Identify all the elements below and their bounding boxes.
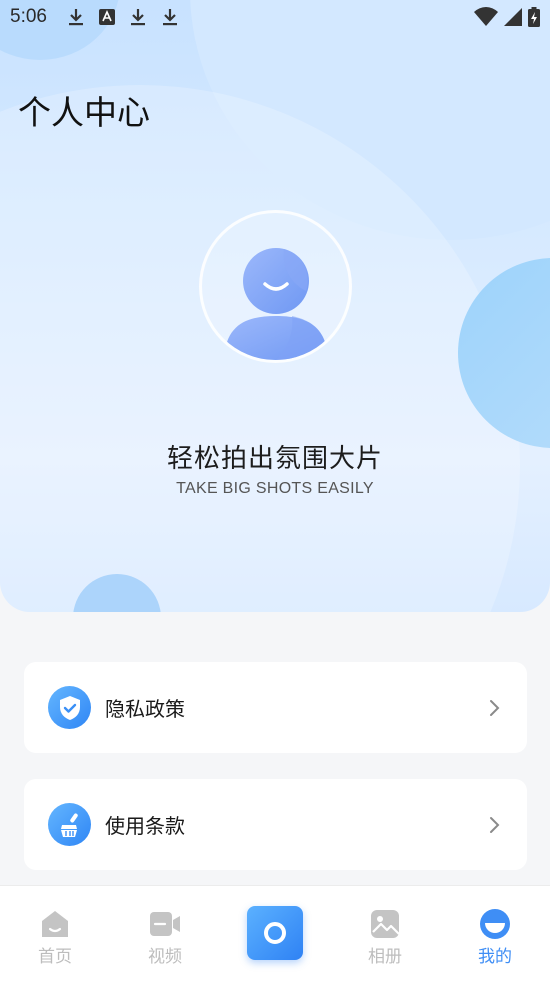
- shield-check-icon: [48, 686, 91, 729]
- tab-label: 视频: [148, 947, 182, 967]
- tab-album[interactable]: 相册: [330, 886, 440, 967]
- brush-icon: [48, 803, 91, 846]
- battery-icon: [528, 7, 540, 27]
- download-icon: [162, 9, 177, 26]
- slogan-english: TAKE BIG SHOTS EASILY: [176, 480, 374, 497]
- album-icon: [371, 910, 400, 938]
- tab-label: 相册: [368, 947, 402, 967]
- tab-label: 首页: [38, 947, 72, 967]
- slogan: 轻松拍出氛围大片: [166, 444, 383, 474]
- tab-video[interactable]: 视频: [110, 886, 220, 967]
- video-icon: [150, 912, 180, 936]
- tab-label: 我的: [478, 947, 512, 967]
- camera-button[interactable]: [247, 906, 303, 960]
- default-avatar-icon: [224, 248, 328, 360]
- chevron-right-icon: [490, 699, 500, 716]
- download-icon: [68, 9, 83, 26]
- tab-home[interactable]: 首页: [0, 886, 110, 967]
- status-time: 5:06: [10, 6, 47, 27]
- tab-profile[interactable]: 我的: [440, 886, 550, 967]
- menu-item-privacy-policy[interactable]: 隐私政策: [24, 662, 527, 753]
- chevron-right-icon: [490, 816, 500, 833]
- app-notification-icon: [98, 9, 115, 25]
- page-title: 个人中心: [18, 93, 150, 132]
- menu-item-label: 隐私政策: [105, 697, 185, 721]
- tab-camera[interactable]: [220, 886, 330, 960]
- bottom-tab-bar: 首页 视频 相册 我的: [0, 885, 550, 982]
- avatar[interactable]: [199, 210, 352, 363]
- signal-icon: [504, 8, 522, 26]
- status-bar: 5:06: [0, 0, 550, 34]
- camera-icon: [264, 922, 286, 944]
- home-icon: [42, 911, 68, 937]
- download-icon: [130, 9, 145, 26]
- profile-hero: 5:06 个人中心 轻松拍出氛围大片 TAKE BIG SHOTS EASILY: [0, 0, 550, 612]
- wifi-icon: [474, 7, 498, 27]
- menu-item-label: 使用条款: [105, 814, 185, 838]
- profile-icon: [480, 909, 510, 939]
- menu-item-terms-of-use[interactable]: 使用条款: [24, 779, 527, 870]
